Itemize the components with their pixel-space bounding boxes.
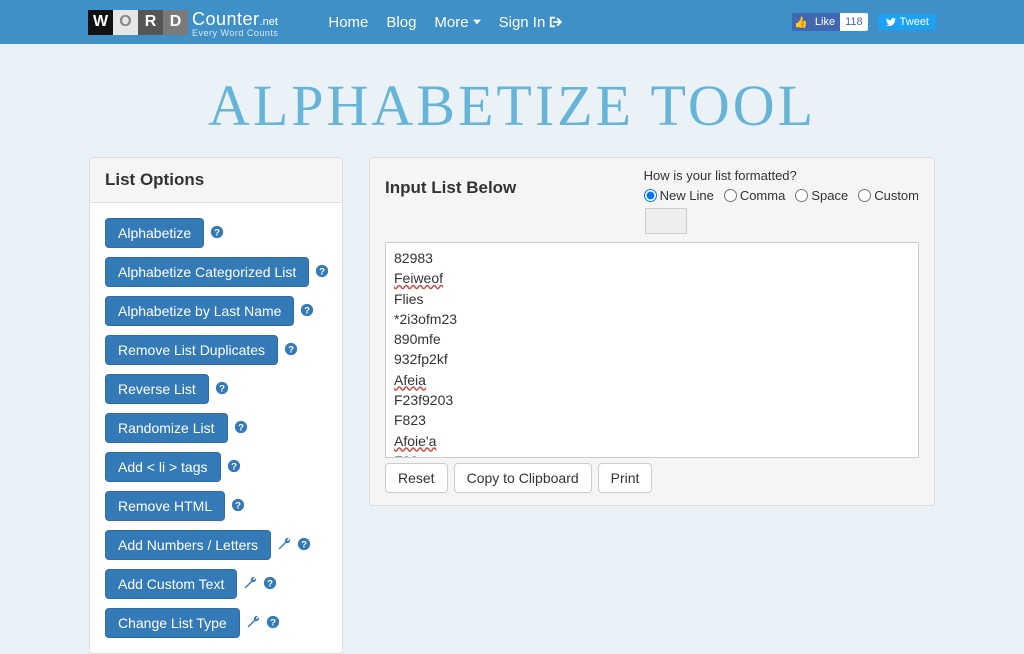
nav-signin-label: Sign In: [499, 14, 546, 31]
option-row: Change List Type?: [105, 608, 280, 638]
help-icon[interactable]: ?: [263, 576, 277, 593]
help-icon[interactable]: ?: [215, 381, 229, 398]
svg-text:?: ?: [301, 539, 307, 550]
svg-text:?: ?: [235, 500, 241, 511]
option-row: Alphabetize?: [105, 218, 224, 248]
fb-like-label: Like: [810, 16, 840, 28]
logo[interactable]: W O R D Counter.net Every Word Counts: [88, 7, 278, 38]
fb-like-count: 118: [840, 13, 868, 31]
copy-button[interactable]: Copy to Clipboard: [454, 463, 592, 493]
option-row: Reverse List?: [105, 374, 229, 404]
option-button[interactable]: Randomize List: [105, 413, 228, 443]
help-icon[interactable]: ?: [284, 342, 298, 359]
input-panel: Input List Below How is your list format…: [369, 157, 935, 506]
help-icon[interactable]: ?: [231, 498, 245, 515]
option-row: Alphabetize by Last Name?: [105, 296, 314, 326]
logo-letter-d: D: [163, 10, 188, 35]
option-row: Add Numbers / Letters?: [105, 530, 311, 560]
option-row: Remove List Duplicates?: [105, 335, 298, 365]
print-button[interactable]: Print: [598, 463, 653, 493]
nav-more[interactable]: More: [434, 14, 480, 31]
svg-text:?: ?: [214, 227, 220, 238]
svg-text:?: ?: [238, 422, 244, 433]
svg-text:?: ?: [219, 383, 225, 394]
svg-text:?: ?: [305, 305, 311, 316]
tweet-label: Tweet: [900, 16, 929, 28]
help-icon[interactable]: ?: [266, 615, 280, 632]
page-title: ALPHABETIZE TOOL: [0, 72, 1024, 139]
brand-suffix: .net: [260, 16, 278, 28]
nav-home[interactable]: Home: [328, 14, 368, 31]
option-button[interactable]: Alphabetize by Last Name: [105, 296, 294, 326]
option-button[interactable]: Reverse List: [105, 374, 209, 404]
nav-signin[interactable]: Sign In: [499, 14, 564, 31]
brand-tagline: Every Word Counts: [192, 29, 278, 38]
list-options-panel: List Options Alphabetize?Alphabetize Cat…: [89, 157, 343, 654]
brand-counter: Counter: [192, 9, 260, 29]
nav-more-label: More: [434, 14, 468, 31]
facebook-like-button[interactable]: 👍 Like 118: [792, 13, 868, 31]
logo-letter-o: O: [113, 10, 138, 35]
option-row: Alphabetize Categorized List?: [105, 257, 329, 287]
help-icon[interactable]: ?: [297, 537, 311, 554]
help-icon[interactable]: ?: [234, 420, 248, 437]
radio-comma[interactable]: [724, 189, 737, 202]
reset-button[interactable]: Reset: [385, 463, 448, 493]
wrench-icon[interactable]: [246, 615, 260, 632]
option-button[interactable]: Add < li > tags: [105, 452, 221, 482]
tweet-button[interactable]: Tweet: [878, 14, 936, 30]
option-button[interactable]: Alphabetize Categorized List: [105, 257, 309, 287]
option-button[interactable]: Remove HTML: [105, 491, 225, 521]
help-icon[interactable]: ?: [227, 459, 241, 476]
list-input-textarea[interactable]: 82983FeiweofFlies*2i3ofm23890mfe932fp2kf…: [385, 242, 919, 458]
option-button[interactable]: Remove List Duplicates: [105, 335, 278, 365]
svg-text:?: ?: [288, 344, 294, 355]
caret-down-icon: [473, 18, 481, 26]
format-question: How is your list formatted?: [644, 168, 919, 183]
radio-custom[interactable]: [858, 189, 871, 202]
format-option-space[interactable]: Space: [795, 188, 848, 203]
wrench-icon[interactable]: [277, 537, 291, 554]
option-button[interactable]: Add Numbers / Letters: [105, 530, 271, 560]
thumbs-up-icon: 👍: [792, 13, 810, 31]
option-button[interactable]: Change List Type: [105, 608, 240, 638]
custom-separator-input: [645, 208, 687, 234]
list-options-heading: List Options: [90, 158, 342, 203]
svg-text:?: ?: [270, 617, 276, 628]
logo-letter-w: W: [88, 10, 113, 35]
help-icon[interactable]: ?: [300, 303, 314, 320]
radio-newline[interactable]: [644, 189, 657, 202]
nav-blog[interactable]: Blog: [386, 14, 416, 31]
logo-letter-r: R: [138, 10, 163, 35]
radio-space[interactable]: [795, 189, 808, 202]
svg-text:?: ?: [231, 461, 237, 472]
input-heading: Input List Below: [385, 178, 516, 198]
option-row: Randomize List?: [105, 413, 248, 443]
top-navbar: W O R D Counter.net Every Word Counts Ho…: [0, 0, 1024, 44]
svg-text:?: ?: [319, 266, 325, 277]
option-row: Add < li > tags?: [105, 452, 241, 482]
format-option-comma[interactable]: Comma: [724, 188, 786, 203]
option-row: Remove HTML?: [105, 491, 245, 521]
signin-icon: [549, 15, 563, 29]
option-button[interactable]: Add Custom Text: [105, 569, 237, 599]
help-icon[interactable]: ?: [210, 225, 224, 242]
format-option-custom[interactable]: Custom: [858, 188, 919, 203]
help-icon[interactable]: ?: [315, 264, 329, 281]
option-button[interactable]: Alphabetize: [105, 218, 204, 248]
twitter-icon: [885, 17, 897, 27]
svg-text:?: ?: [267, 578, 273, 589]
wrench-icon[interactable]: [243, 576, 257, 593]
option-row: Add Custom Text?: [105, 569, 277, 599]
format-option-newline[interactable]: New Line: [644, 188, 714, 203]
